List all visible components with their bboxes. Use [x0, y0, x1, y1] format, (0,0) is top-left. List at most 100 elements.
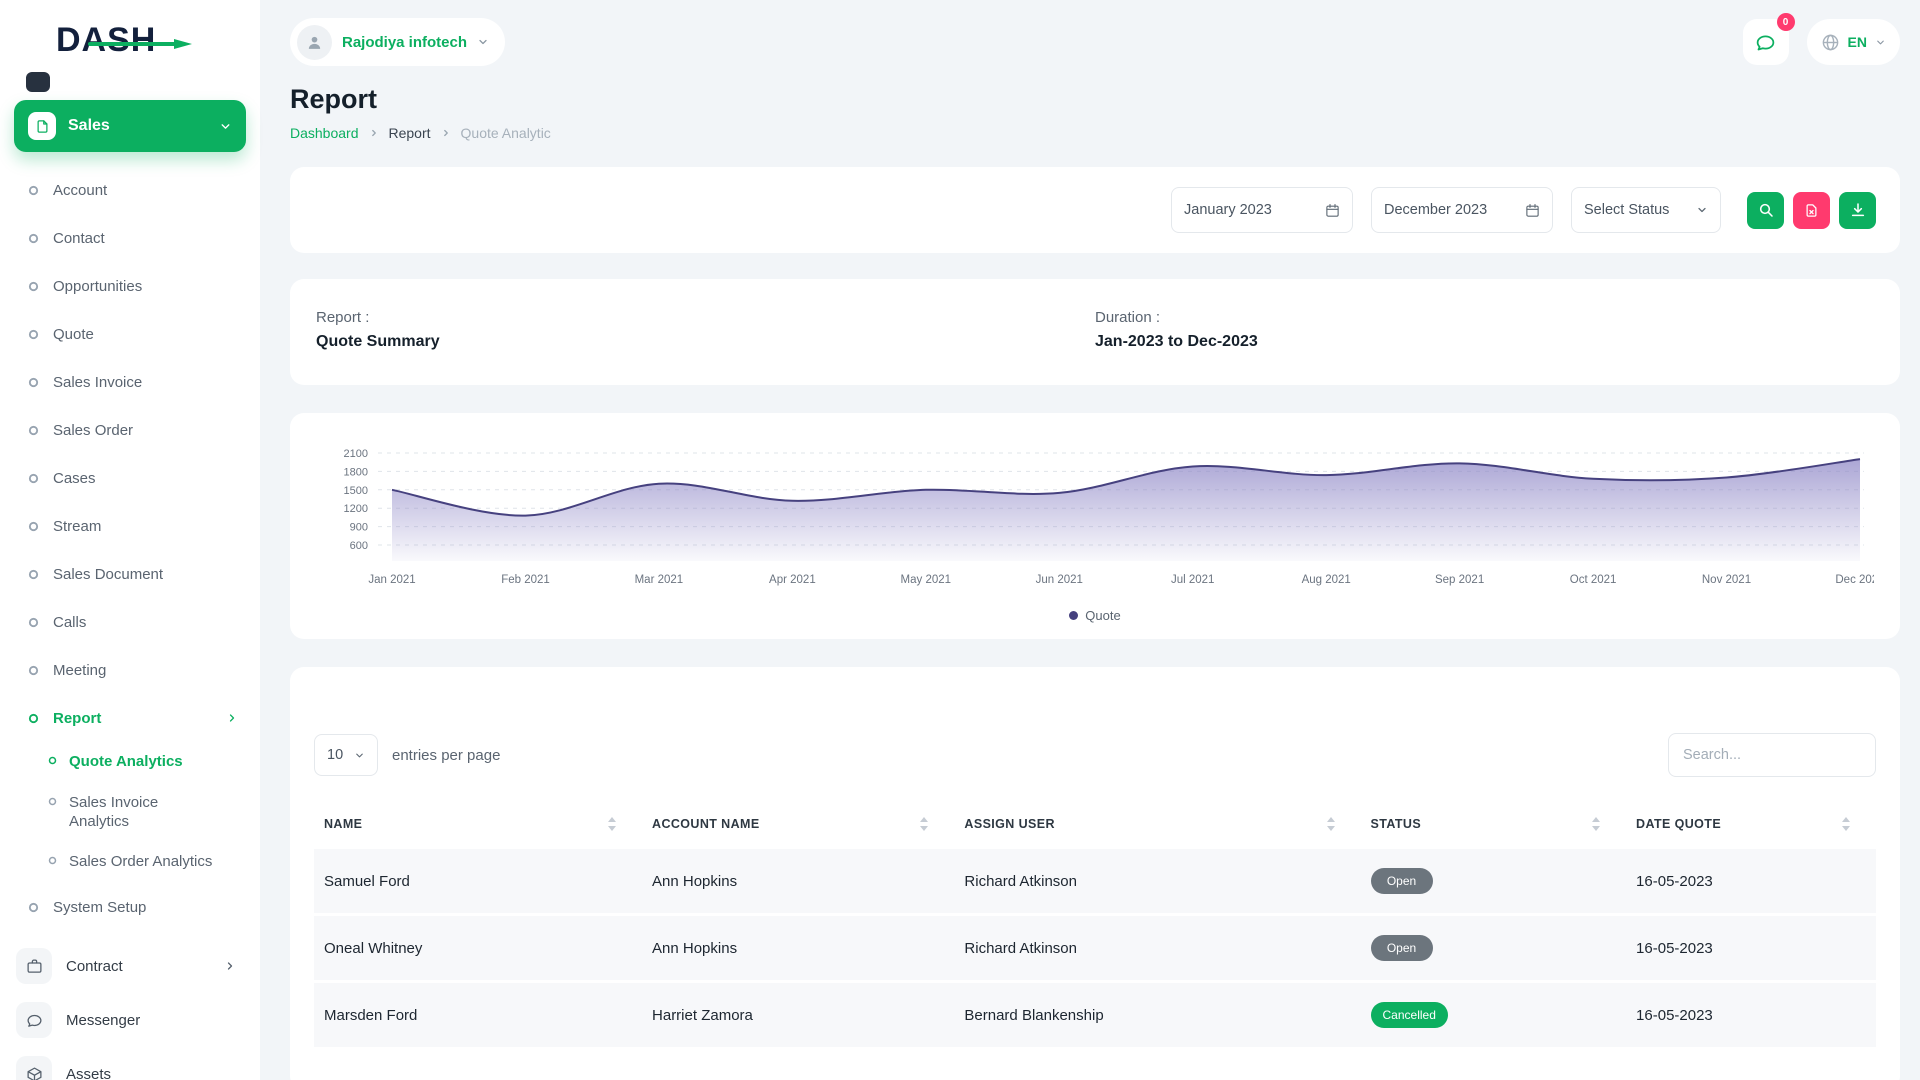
- breadcrumb-report[interactable]: Report: [389, 125, 431, 141]
- legend-marker-icon: [1069, 611, 1078, 620]
- svg-text:900: 900: [350, 522, 368, 534]
- sidebar-item-messenger[interactable]: Messenger: [14, 993, 246, 1047]
- table-header-row: NAMEACCOUNT NAMEASSIGN USERSTATUSDATE QU…: [314, 803, 1876, 849]
- sidebar-item-meeting[interactable]: Meeting: [14, 646, 246, 694]
- main-content: Rajodiya infotech 0 EN Re: [260, 0, 1920, 1080]
- chart-card: 6009001200150018002100Jan 2021Feb 2021Ma…: [290, 413, 1900, 639]
- status-badge: Open: [1371, 935, 1433, 961]
- download-icon: [1850, 202, 1866, 218]
- sidebar-item-cases[interactable]: Cases: [14, 454, 246, 502]
- export-button[interactable]: [1839, 192, 1876, 229]
- cell-assign-user: Bernard Blankenship: [954, 983, 1360, 1050]
- sort-icon[interactable]: [1327, 817, 1335, 831]
- contract-icon: [16, 948, 52, 984]
- sidebar-item-contact[interactable]: Contact: [14, 214, 246, 262]
- sidebar-item-quote[interactable]: Quote: [14, 310, 246, 358]
- svg-text:Dec 2021: Dec 2021: [1835, 574, 1874, 586]
- sort-icon[interactable]: [1592, 817, 1600, 831]
- sidebar-item-report[interactable]: Report: [14, 694, 246, 742]
- language-code: EN: [1848, 34, 1867, 50]
- sidebar: DASH Sales AccountContactOpportunitiesQu…: [0, 0, 260, 1080]
- language-selector[interactable]: EN: [1807, 19, 1900, 65]
- entries-per-page-label: entries per page: [392, 747, 500, 764]
- sidebar-item-sales[interactable]: Sales: [14, 100, 246, 152]
- quote-area-chart: 6009001200150018002100Jan 2021Feb 2021Ma…: [314, 439, 1874, 595]
- sidebar-item-opportunities[interactable]: Opportunities: [14, 262, 246, 310]
- bullet-icon: [28, 902, 39, 913]
- bullet-icon: [28, 185, 39, 196]
- apply-filter-button[interactable]: [1747, 192, 1784, 229]
- svg-text:Jun 2021: Jun 2021: [1036, 574, 1083, 586]
- legend-label: Quote: [1085, 608, 1120, 623]
- svg-text:Sep 2021: Sep 2021: [1435, 574, 1484, 586]
- svg-text:Feb 2021: Feb 2021: [501, 574, 550, 586]
- sidebar-subitem-sales-invoice-analytics[interactable]: Sales Invoice Analytics: [48, 783, 246, 843]
- entries-per-page-select[interactable]: 10: [314, 734, 378, 776]
- status-select[interactable]: Select Status: [1571, 187, 1721, 233]
- sidebar-item-sales-order[interactable]: Sales Order: [14, 406, 246, 454]
- summary-card: Report : Quote Summary Duration : Jan-20…: [290, 279, 1900, 385]
- sidebar-item-system-setup[interactable]: System Setup: [14, 883, 246, 931]
- messages-button[interactable]: 0: [1743, 19, 1789, 65]
- company-name: Rajodiya infotech: [342, 34, 467, 51]
- table-row[interactable]: Samuel FordAnn HopkinsRichard AtkinsonOp…: [314, 849, 1876, 916]
- sort-icon[interactable]: [608, 817, 616, 831]
- sidebar-item-sales-invoice[interactable]: Sales Invoice: [14, 358, 246, 406]
- column-header-account-name[interactable]: ACCOUNT NAME: [642, 803, 954, 849]
- filter-card: January 2023 December 2023 Select Status: [290, 167, 1900, 253]
- cell-account-name: Harriet Zamora: [642, 983, 954, 1050]
- globe-icon: [1821, 33, 1840, 52]
- svg-text:May 2021: May 2021: [901, 574, 952, 586]
- column-header-name[interactable]: NAME: [314, 803, 642, 849]
- topbar: Rajodiya infotech 0 EN: [290, 12, 1900, 72]
- chart-legend[interactable]: Quote: [314, 608, 1876, 623]
- cell-date-quote: 16-05-2023: [1626, 916, 1876, 983]
- sort-icon[interactable]: [920, 817, 928, 831]
- svg-text:Aug 2021: Aug 2021: [1302, 574, 1351, 586]
- svg-text:Oct 2021: Oct 2021: [1570, 574, 1617, 586]
- table-row[interactable]: Marsden FordHarriet ZamoraBernard Blanke…: [314, 983, 1876, 1050]
- report-label: Report :: [316, 309, 1095, 326]
- table-search-input[interactable]: [1668, 733, 1876, 777]
- bullet-icon: [28, 665, 39, 676]
- sidebar-nav: AccountContactOpportunitiesQuoteSales In…: [14, 166, 246, 931]
- sidebar-item-account[interactable]: Account: [14, 166, 246, 214]
- sidebar-item-stream[interactable]: Stream: [14, 502, 246, 550]
- chat-bubble-icon: [1755, 32, 1776, 53]
- cell-status: Cancelled: [1361, 983, 1627, 1050]
- svg-text:Apr 2021: Apr 2021: [769, 574, 816, 586]
- from-date-input[interactable]: January 2023: [1171, 187, 1353, 233]
- bullet-icon: [28, 521, 39, 532]
- cell-date-quote: 16-05-2023: [1626, 983, 1876, 1050]
- svg-text:600: 600: [350, 540, 368, 552]
- bullet-icon: [28, 377, 39, 388]
- breadcrumb-dashboard[interactable]: Dashboard: [290, 125, 359, 141]
- duration-label: Duration :: [1095, 309, 1874, 326]
- clear-filter-button[interactable]: [1793, 192, 1830, 229]
- page-title: Report: [290, 84, 1900, 115]
- calendar-icon: [1525, 203, 1540, 218]
- sort-icon[interactable]: [1842, 817, 1850, 831]
- company-selector[interactable]: Rajodiya infotech: [290, 18, 505, 66]
- svg-text:1800: 1800: [344, 466, 368, 478]
- sidebar-item-sales-document[interactable]: Sales Document: [14, 550, 246, 598]
- table-row[interactable]: Oneal WhitneyAnn HopkinsRichard Atkinson…: [314, 916, 1876, 983]
- brand-logo[interactable]: DASH: [56, 18, 246, 62]
- sidebar-item-contract[interactable]: Contract: [14, 939, 246, 993]
- column-header-status[interactable]: STATUS: [1361, 803, 1627, 849]
- cell-account-name: Ann Hopkins: [642, 849, 954, 916]
- sidebar-item-label: Sales: [68, 117, 110, 135]
- sidebar-item-calls[interactable]: Calls: [14, 598, 246, 646]
- sidebar-item-assets[interactable]: Assets: [14, 1047, 246, 1080]
- sidebar-subitem-sales-order-analytics[interactable]: Sales Order Analytics: [48, 842, 246, 883]
- notification-badge: 0: [1777, 13, 1795, 31]
- column-header-assign-user[interactable]: ASSIGN USER: [954, 803, 1360, 849]
- table-body: Samuel FordAnn HopkinsRichard AtkinsonOp…: [314, 849, 1876, 1050]
- svg-text:Jul 2021: Jul 2021: [1171, 574, 1214, 586]
- column-header-date-quote[interactable]: DATE QUOTE: [1626, 803, 1876, 849]
- to-date-input[interactable]: December 2023: [1371, 187, 1553, 233]
- status-badge: Cancelled: [1371, 1002, 1448, 1028]
- collapsed-menu-item-icon[interactable]: [26, 72, 50, 92]
- cell-assign-user: Richard Atkinson: [954, 916, 1360, 983]
- sidebar-subitem-quote-analytics[interactable]: Quote Analytics: [48, 742, 246, 783]
